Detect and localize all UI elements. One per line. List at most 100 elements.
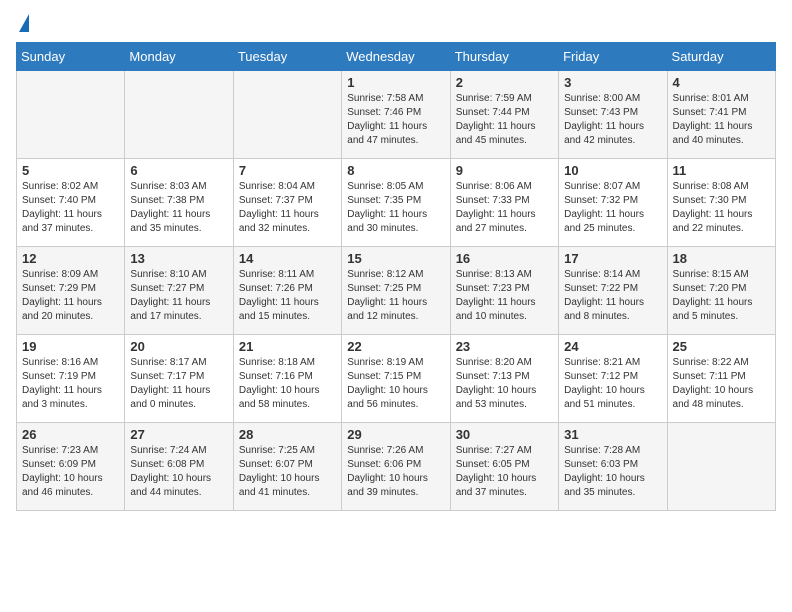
day-info: Sunrise: 8:02 AMSunset: 7:40 PMDaylight:…	[22, 180, 119, 236]
calendar-day-30: 30 Sunrise: 7:27 AMSunset: 6:05 PMDayligh…	[450, 423, 558, 511]
day-info: Sunrise: 7:24 AMSunset: 6:08 PMDaylight:…	[130, 444, 227, 500]
day-number: 22	[347, 339, 444, 354]
day-number: 10	[564, 163, 661, 178]
day-number: 16	[456, 251, 553, 266]
day-number: 26	[22, 427, 119, 442]
calendar-day-24: 24 Sunrise: 8:21 AMSunset: 7:12 PMDayligh…	[559, 335, 667, 423]
calendar-day-1: 1 Sunrise: 7:58 AMSunset: 7:46 PMDaylight…	[342, 71, 450, 159]
calendar-day-19: 19 Sunrise: 8:16 AMSunset: 7:19 PMDayligh…	[17, 335, 125, 423]
day-info: Sunrise: 8:09 AMSunset: 7:29 PMDaylight:…	[22, 268, 119, 324]
calendar-day-18: 18 Sunrise: 8:15 AMSunset: 7:20 PMDayligh…	[667, 247, 775, 335]
calendar-day-3: 3 Sunrise: 8:00 AMSunset: 7:43 PMDaylight…	[559, 71, 667, 159]
day-number: 18	[673, 251, 770, 266]
day-number: 1	[347, 75, 444, 90]
calendar-day-13: 13Sunrise: 8:10 AMSunset: 7:27 PMDayligh…	[125, 247, 233, 335]
calendar-day-21: 21 Sunrise: 8:18 AMSunset: 7:16 PMDayligh…	[233, 335, 341, 423]
calendar-day-20: 20 Sunrise: 8:17 AMSunset: 7:17 PMDayligh…	[125, 335, 233, 423]
calendar-day-16: 16Sunrise: 8:13 AMSunset: 7:23 PMDayligh…	[450, 247, 558, 335]
day-number: 27	[130, 427, 227, 442]
calendar-day-26: 26 Sunrise: 7:23 AMSunset: 6:09 PMDayligh…	[17, 423, 125, 511]
day-info: Sunrise: 8:03 AMSunset: 7:38 PMDaylight:…	[130, 180, 227, 236]
day-number: 31	[564, 427, 661, 442]
logo	[16, 16, 29, 32]
day-number: 11	[673, 163, 770, 178]
day-info: Sunrise: 7:23 AMSunset: 6:09 PMDaylight:…	[22, 444, 119, 500]
calendar-day-11: 11 Sunrise: 8:08 AMSunset: 7:30 PMDayligh…	[667, 159, 775, 247]
logo-triangle-icon	[19, 14, 29, 32]
calendar-day-15: 15 Sunrise: 8:12 AMSunset: 7:25 PMDayligh…	[342, 247, 450, 335]
calendar-day-14: 14Sunrise: 8:11 AMSunset: 7:26 PMDayligh…	[233, 247, 341, 335]
calendar-day-9: 9Sunrise: 8:06 AMSunset: 7:33 PMDaylight…	[450, 159, 558, 247]
col-header-monday: Monday	[125, 43, 233, 71]
day-number: 6	[130, 163, 227, 178]
calendar-header-row: SundayMondayTuesdayWednesdayThursdayFrid…	[17, 43, 776, 71]
day-info: Sunrise: 7:26 AMSunset: 6:06 PMDaylight:…	[347, 444, 444, 500]
day-number: 3	[564, 75, 661, 90]
day-number: 14	[239, 251, 336, 266]
calendar-day-17: 17Sunrise: 8:14 AMSunset: 7:22 PMDayligh…	[559, 247, 667, 335]
calendar-week-5: 26 Sunrise: 7:23 AMSunset: 6:09 PMDayligh…	[17, 423, 776, 511]
day-number: 12	[22, 251, 119, 266]
empty-cell	[667, 423, 775, 511]
day-info: Sunrise: 8:19 AMSunset: 7:15 PMDaylight:…	[347, 356, 444, 412]
empty-cell	[125, 71, 233, 159]
calendar-day-4: 4 Sunrise: 8:01 AMSunset: 7:41 PMDaylight…	[667, 71, 775, 159]
calendar-day-23: 23Sunrise: 8:20 AMSunset: 7:13 PMDayligh…	[450, 335, 558, 423]
calendar-day-25: 25 Sunrise: 8:22 AMSunset: 7:11 PMDayligh…	[667, 335, 775, 423]
calendar-table: SundayMondayTuesdayWednesdayThursdayFrid…	[16, 42, 776, 511]
day-number: 5	[22, 163, 119, 178]
day-number: 19	[22, 339, 119, 354]
calendar-day-10: 10 Sunrise: 8:07 AMSunset: 7:32 PMDayligh…	[559, 159, 667, 247]
day-info: Sunrise: 8:12 AMSunset: 7:25 PMDaylight:…	[347, 268, 444, 324]
calendar-day-22: 22 Sunrise: 8:19 AMSunset: 7:15 PMDayligh…	[342, 335, 450, 423]
calendar-week-4: 19 Sunrise: 8:16 AMSunset: 7:19 PMDayligh…	[17, 335, 776, 423]
day-number: 30	[456, 427, 553, 442]
day-number: 15	[347, 251, 444, 266]
col-header-thursday: Thursday	[450, 43, 558, 71]
col-header-wednesday: Wednesday	[342, 43, 450, 71]
calendar-week-1: 1 Sunrise: 7:58 AMSunset: 7:46 PMDaylight…	[17, 71, 776, 159]
day-info: Sunrise: 8:01 AMSunset: 7:41 PMDaylight:…	[673, 92, 770, 148]
day-info: Sunrise: 7:28 AMSunset: 6:03 PMDaylight:…	[564, 444, 661, 500]
calendar-day-6: 6 Sunrise: 8:03 AMSunset: 7:38 PMDaylight…	[125, 159, 233, 247]
day-number: 24	[564, 339, 661, 354]
day-number: 13	[130, 251, 227, 266]
day-info: Sunrise: 8:18 AMSunset: 7:16 PMDaylight:…	[239, 356, 336, 412]
page-header	[16, 16, 776, 32]
day-info: Sunrise: 8:15 AMSunset: 7:20 PMDaylight:…	[673, 268, 770, 324]
calendar-week-2: 5 Sunrise: 8:02 AMSunset: 7:40 PMDaylight…	[17, 159, 776, 247]
day-info: Sunrise: 8:08 AMSunset: 7:30 PMDaylight:…	[673, 180, 770, 236]
calendar-day-31: 31 Sunrise: 7:28 AMSunset: 6:03 PMDayligh…	[559, 423, 667, 511]
day-info: Sunrise: 7:59 AMSunset: 7:44 PMDaylight:…	[456, 92, 553, 148]
day-info: Sunrise: 8:21 AMSunset: 7:12 PMDaylight:…	[564, 356, 661, 412]
day-number: 7	[239, 163, 336, 178]
calendar-day-8: 8Sunrise: 8:05 AMSunset: 7:35 PMDaylight…	[342, 159, 450, 247]
col-header-friday: Friday	[559, 43, 667, 71]
day-info: Sunrise: 8:00 AMSunset: 7:43 PMDaylight:…	[564, 92, 661, 148]
calendar-day-12: 12 Sunrise: 8:09 AMSunset: 7:29 PMDayligh…	[17, 247, 125, 335]
calendar-day-29: 29 Sunrise: 7:26 AMSunset: 6:06 PMDayligh…	[342, 423, 450, 511]
day-info: Sunrise: 7:58 AMSunset: 7:46 PMDaylight:…	[347, 92, 444, 148]
day-info: Sunrise: 8:16 AMSunset: 7:19 PMDaylight:…	[22, 356, 119, 412]
day-number: 20	[130, 339, 227, 354]
day-number: 28	[239, 427, 336, 442]
col-header-sunday: Sunday	[17, 43, 125, 71]
empty-cell	[233, 71, 341, 159]
day-number: 23	[456, 339, 553, 354]
day-number: 4	[673, 75, 770, 90]
day-number: 29	[347, 427, 444, 442]
calendar-day-7: 7Sunrise: 8:04 AMSunset: 7:37 PMDaylight…	[233, 159, 341, 247]
day-info: Sunrise: 8:14 AMSunset: 7:22 PMDaylight:…	[564, 268, 661, 324]
day-number: 9	[456, 163, 553, 178]
day-number: 21	[239, 339, 336, 354]
calendar-day-27: 27 Sunrise: 7:24 AMSunset: 6:08 PMDayligh…	[125, 423, 233, 511]
day-info: Sunrise: 8:22 AMSunset: 7:11 PMDaylight:…	[673, 356, 770, 412]
calendar-day-28: 28Sunrise: 7:25 AMSunset: 6:07 PMDayligh…	[233, 423, 341, 511]
day-number: 2	[456, 75, 553, 90]
day-number: 25	[673, 339, 770, 354]
day-info: Sunrise: 8:17 AMSunset: 7:17 PMDaylight:…	[130, 356, 227, 412]
day-info: Sunrise: 8:07 AMSunset: 7:32 PMDaylight:…	[564, 180, 661, 236]
day-info: Sunrise: 7:27 AMSunset: 6:05 PMDaylight:…	[456, 444, 553, 500]
col-header-saturday: Saturday	[667, 43, 775, 71]
calendar-week-3: 12 Sunrise: 8:09 AMSunset: 7:29 PMDayligh…	[17, 247, 776, 335]
